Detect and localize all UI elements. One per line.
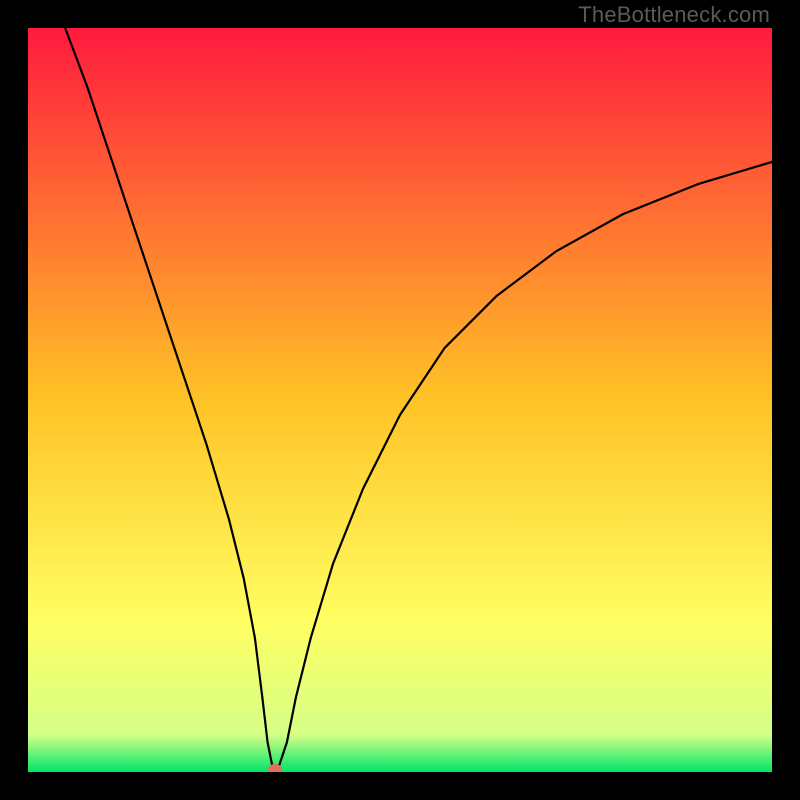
watermark-text: TheBottleneck.com [578,2,770,28]
plot-background [28,28,772,772]
chart-plot [28,28,772,772]
chart-frame: TheBottleneck.com [0,0,800,800]
